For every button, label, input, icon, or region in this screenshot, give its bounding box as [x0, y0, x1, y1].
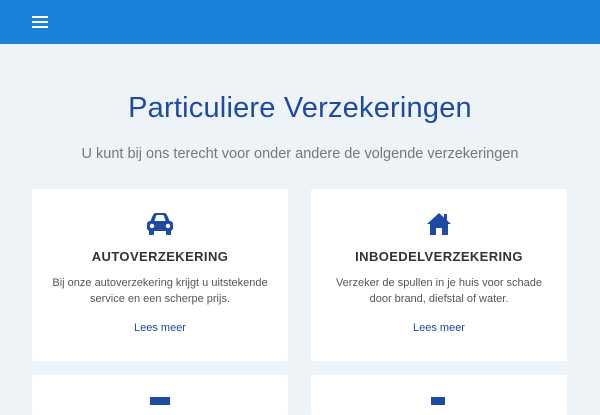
card-partial	[32, 375, 288, 415]
card-description: Verzeker de spullen in je huis voor scha…	[335, 277, 543, 305]
card-icon	[431, 397, 445, 405]
card-title: AUTOVERZEKERING	[91, 249, 229, 264]
card-inboedelverzekering: INBOEDELVERZEKERING Verzeker de spullen …	[311, 189, 567, 361]
card-autoverzekering: AUTOVERZEKERING Bij onze autoverzekering…	[32, 189, 288, 361]
home-icon	[311, 211, 567, 237]
lees-meer-link[interactable]: Lees meer	[311, 322, 567, 334]
page-title: Particuliere Verzekeringen	[128, 92, 472, 124]
hamburger-menu-icon[interactable]	[30, 14, 50, 30]
card-partial	[311, 375, 567, 415]
car-icon	[32, 211, 288, 237]
lees-meer-link[interactable]: Lees meer	[32, 322, 288, 334]
page-subtitle: U kunt bij ons terecht voor onder andere…	[81, 146, 519, 162]
card-description: Bij onze autoverzekering krijgt u uitste…	[52, 277, 268, 305]
card-icon	[150, 397, 170, 405]
top-navbar	[0, 0, 600, 44]
card-title: INBOEDELVERZEKERING	[355, 249, 523, 264]
